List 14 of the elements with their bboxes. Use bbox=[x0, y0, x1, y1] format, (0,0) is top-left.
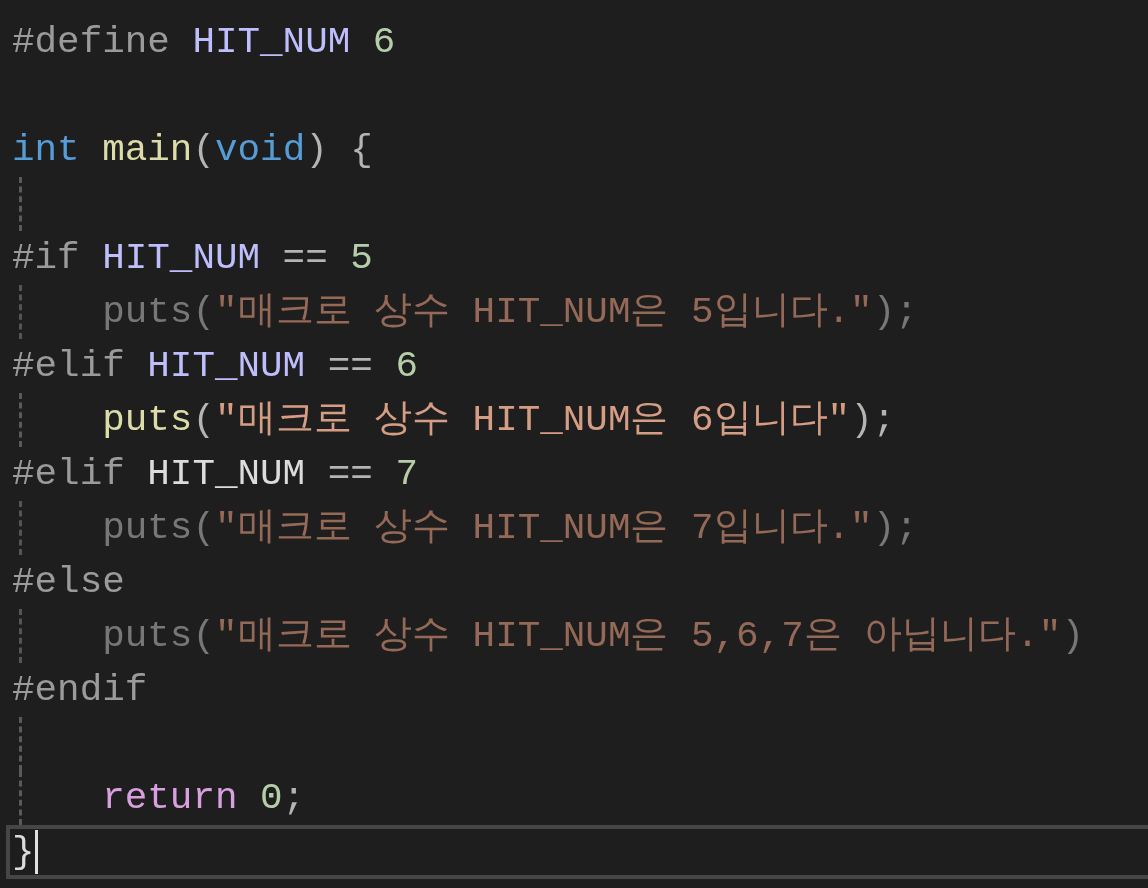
code-line: #if HIT_NUM == 5 bbox=[12, 236, 373, 281]
code-line: puts("매크로 상수 HIT_NUM은 6입니다"); bbox=[102, 398, 896, 443]
code-line: puts("매크로 상수 HIT_NUM은 7입니다."); bbox=[102, 506, 918, 551]
code-line: #elif HIT_NUM == 7 bbox=[12, 452, 418, 497]
code-line: #define HIT_NUM 6 bbox=[12, 20, 396, 65]
code-line: return 0; bbox=[102, 776, 306, 821]
code-line: puts("매크로 상수 HIT_NUM은 5입니다."); bbox=[102, 290, 918, 335]
text-cursor bbox=[34, 830, 38, 874]
code-line: #endif bbox=[12, 668, 148, 713]
code-line: #else bbox=[12, 560, 125, 605]
code-line: #elif HIT_NUM == 6 bbox=[12, 344, 418, 389]
code-line: int main(void) { bbox=[12, 128, 373, 173]
code-line: puts("매크로 상수 HIT_NUM은 5,6,7은 아닙니다.") bbox=[102, 614, 1084, 659]
code-line: } bbox=[12, 830, 35, 875]
